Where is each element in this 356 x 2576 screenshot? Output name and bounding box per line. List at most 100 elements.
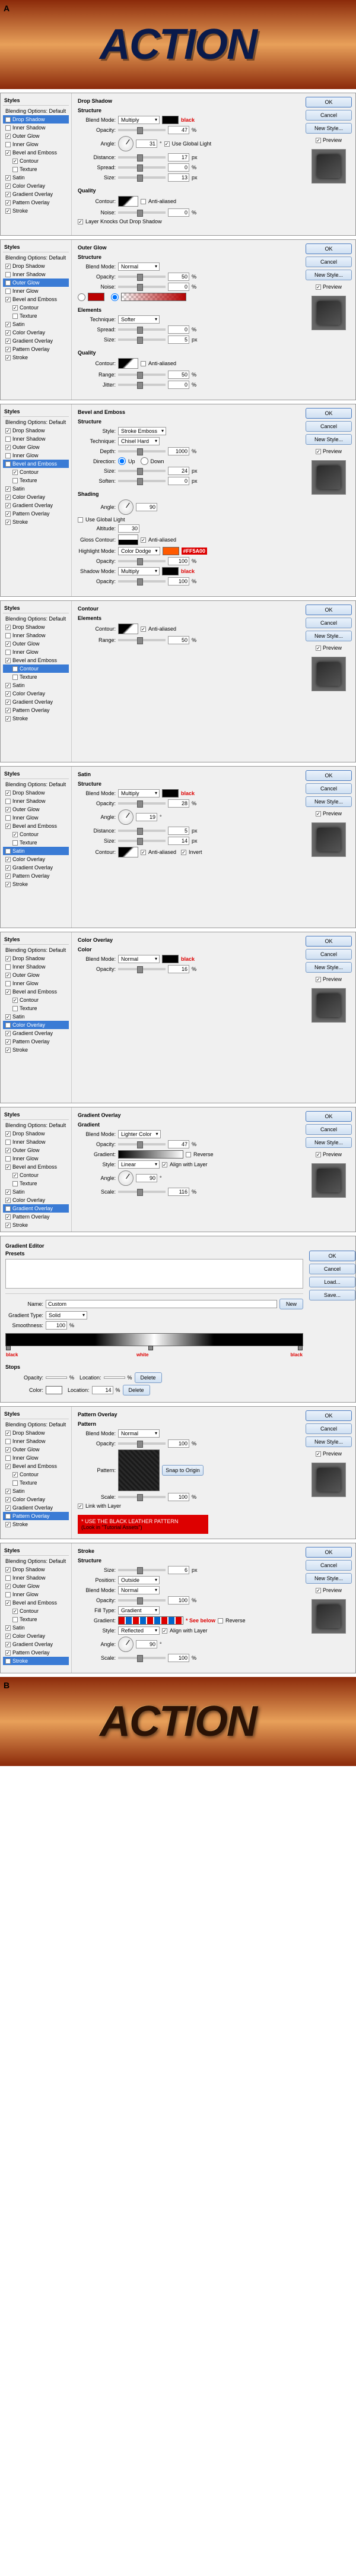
contour-picker[interactable] <box>118 624 138 634</box>
slider[interactable] <box>118 156 166 159</box>
stop-location-input[interactable]: 14 <box>92 1386 113 1394</box>
checkbox-icon[interactable] <box>12 159 18 164</box>
sidebar-item-blending-options-default[interactable]: Blending Options: Default <box>3 1121 69 1129</box>
preview-checkbox[interactable] <box>316 645 321 651</box>
slider[interactable] <box>118 802 166 805</box>
opacity-input[interactable]: 28 <box>168 799 189 808</box>
antialias-checkbox[interactable] <box>141 537 146 543</box>
antialias-checkbox[interactable] <box>141 626 146 632</box>
sidebar-item-satin[interactable]: Satin <box>3 320 69 328</box>
size-input[interactable]: 5 <box>168 336 189 344</box>
angle-input[interactable]: 90 <box>136 1174 157 1182</box>
sidebar-item-drop-shadow[interactable]: Drop Shadow <box>3 1429 69 1437</box>
sidebar-item-blending-options-default[interactable]: Blending Options: Default <box>3 1557 69 1565</box>
checkbox-icon[interactable] <box>5 1198 11 1203</box>
slider[interactable] <box>118 480 166 482</box>
angle-input[interactable]: 90 <box>136 1640 157 1648</box>
gradient-stop[interactable] <box>6 1346 11 1350</box>
sidebar-item-inner-glow[interactable]: Inner Glow <box>3 451 69 460</box>
checkbox-icon[interactable] <box>5 142 11 147</box>
new-style-button[interactable]: New Style... <box>306 1573 352 1584</box>
checkbox-icon[interactable] <box>5 183 11 189</box>
sidebar-item-color-overlay[interactable]: Color Overlay <box>3 182 69 190</box>
checkbox-icon[interactable] <box>5 708 11 713</box>
sidebar-item-inner-glow[interactable]: Inner Glow <box>3 140 69 148</box>
checkbox-icon[interactable] <box>5 1164 11 1170</box>
opacity-input[interactable]: 100 <box>168 1596 189 1605</box>
dir-down-radio[interactable] <box>141 457 148 465</box>
checkbox-icon[interactable] <box>5 815 11 821</box>
checkbox-icon[interactable] <box>5 520 11 525</box>
sidebar-item-satin[interactable]: Satin <box>3 173 69 182</box>
contour-picker[interactable] <box>118 196 138 207</box>
sidebar-item-blending-options-default[interactable]: Blending Options: Default <box>3 254 69 262</box>
technique-select[interactable]: Softer <box>118 315 160 324</box>
slider[interactable] <box>118 374 166 376</box>
slider[interactable] <box>118 276 166 278</box>
depth-input[interactable]: 1000 <box>168 447 189 455</box>
sidebar-item-pattern-overlay[interactable]: Pattern Overlay <box>3 872 69 880</box>
sidebar-item-inner-glow[interactable]: Inner Glow <box>3 814 69 822</box>
ok-button[interactable]: OK <box>306 936 352 947</box>
sidebar-item-texture[interactable]: Texture <box>3 1479 69 1487</box>
ok-button[interactable]: OK <box>306 605 352 615</box>
blend-mode-select[interactable]: Normal <box>118 955 160 963</box>
checkbox-icon[interactable] <box>12 314 18 319</box>
cancel-button[interactable]: Cancel <box>306 1423 352 1434</box>
checkbox-icon[interactable] <box>5 1039 11 1045</box>
angle-dial[interactable] <box>118 809 134 825</box>
scale-input[interactable]: 100 <box>168 1654 189 1662</box>
checkbox-icon[interactable] <box>5 1514 11 1519</box>
sidebar-item-inner-shadow[interactable]: Inner Shadow <box>3 270 69 279</box>
cancel-button[interactable]: Cancel <box>306 618 352 628</box>
sidebar-item-texture[interactable]: Texture <box>3 1179 69 1188</box>
cancel-button[interactable]: Cancel <box>306 783 352 794</box>
save-button[interactable]: Save... <box>309 1290 355 1300</box>
opacity-input[interactable]: 47 <box>168 126 189 134</box>
preview-checkbox[interactable] <box>316 1588 321 1593</box>
sidebar-item-stroke[interactable]: Stroke <box>3 207 69 215</box>
ok-button[interactable]: OK <box>309 1251 355 1261</box>
checkbox-icon[interactable] <box>5 633 11 638</box>
sidebar-item-blending-options-default[interactable]: Blending Options: Default <box>3 107 69 115</box>
checkbox-icon[interactable] <box>5 807 11 812</box>
highlight-mode-select[interactable]: Color Dodge <box>118 547 160 555</box>
jitter-input[interactable]: 0 <box>168 381 189 389</box>
slider[interactable] <box>118 129 166 131</box>
sidebar-item-inner-shadow[interactable]: Inner Shadow <box>3 797 69 805</box>
checkbox-icon[interactable] <box>12 1006 18 1011</box>
align-layer-checkbox[interactable] <box>162 1162 167 1167</box>
checkbox-icon[interactable] <box>5 1148 11 1153</box>
sidebar-item-stroke[interactable]: Stroke <box>3 353 69 362</box>
sidebar-item-texture[interactable]: Texture <box>3 476 69 485</box>
cancel-button[interactable]: Cancel <box>306 949 352 960</box>
position-select[interactable]: Outside <box>118 1576 160 1584</box>
sidebar-item-gradient-overlay[interactable]: Gradient Overlay <box>3 1029 69 1037</box>
checkbox-icon[interactable] <box>5 956 11 961</box>
sidebar-item-blending-options-default[interactable]: Blending Options: Default <box>3 418 69 426</box>
checkbox-icon[interactable] <box>5 1567 11 1572</box>
checkbox-icon[interactable] <box>5 799 11 804</box>
checkbox-icon[interactable] <box>5 790 11 796</box>
checkbox-icon[interactable] <box>5 200 11 205</box>
sidebar-item-satin[interactable]: Satin <box>3 1487 69 1495</box>
checkbox-icon[interactable] <box>5 175 11 181</box>
checkbox-icon[interactable] <box>5 322 11 327</box>
gradient-name-input[interactable] <box>46 1300 277 1308</box>
checkbox-icon[interactable] <box>12 840 18 846</box>
checkbox-icon[interactable] <box>5 330 11 336</box>
sidebar-item-color-overlay[interactable]: Color Overlay <box>3 1495 69 1504</box>
checkbox-icon[interactable] <box>5 989 11 995</box>
antialias-checkbox[interactable] <box>141 199 146 204</box>
sidebar-item-gradient-overlay[interactable]: Gradient Overlay <box>3 1504 69 1512</box>
sidebar-item-satin[interactable]: Satin <box>3 1012 69 1021</box>
angle-dial[interactable] <box>118 1170 134 1186</box>
gradient-stop[interactable] <box>148 1346 153 1350</box>
sidebar-item-texture[interactable]: Texture <box>3 165 69 173</box>
delete-button[interactable]: Delete <box>123 1385 150 1395</box>
sidebar-item-blending-options-default[interactable]: Blending Options: Default <box>3 946 69 954</box>
checkbox-icon[interactable] <box>12 666 18 672</box>
sidebar-item-texture[interactable]: Texture <box>3 673 69 681</box>
checkbox-icon[interactable] <box>5 1206 11 1211</box>
sidebar-item-drop-shadow[interactable]: Drop Shadow <box>3 789 69 797</box>
